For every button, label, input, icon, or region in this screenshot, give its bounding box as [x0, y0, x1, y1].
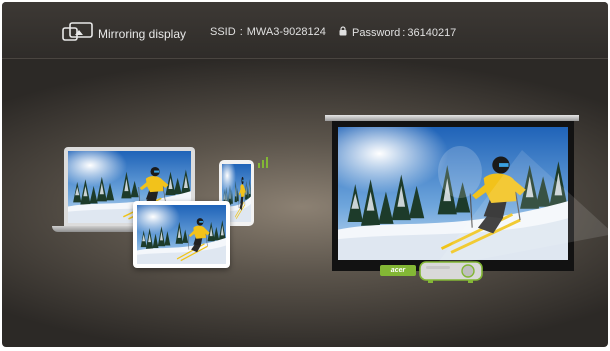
mirroring-display-screen: Mirroring display SSID: MWA3-9028124 Pass… [2, 2, 608, 347]
brand-tag: acer [380, 265, 416, 276]
projector-light-beam [434, 146, 608, 268]
projector-icon [418, 258, 484, 289]
